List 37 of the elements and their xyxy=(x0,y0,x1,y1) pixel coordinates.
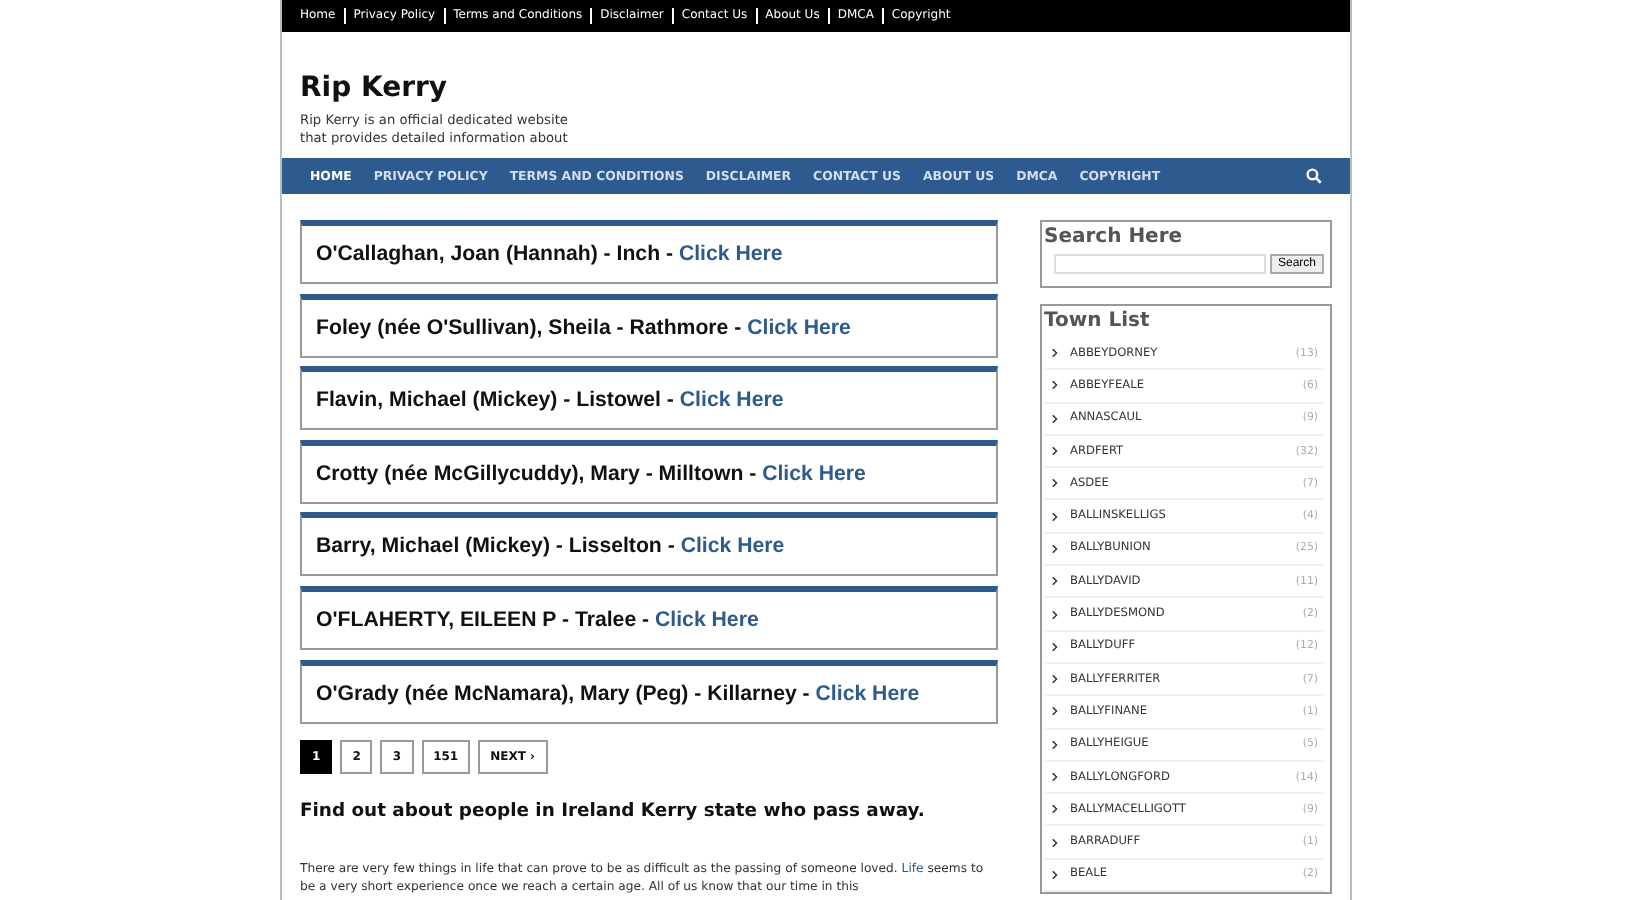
chevron-icon xyxy=(1052,739,1058,750)
chevron-icon xyxy=(1052,413,1058,424)
click-here-link[interactable]: Click Here xyxy=(747,315,851,340)
chevron-icon xyxy=(1052,576,1058,587)
chevron-icon xyxy=(1052,609,1058,620)
chevron-icon xyxy=(1052,511,1058,522)
click-here-link[interactable]: Click Here xyxy=(655,607,759,632)
chevron-icon xyxy=(1052,869,1058,880)
post-title: O'Callaghan, Joan (Hannah) - Inch - Click Here xyxy=(316,242,783,266)
chevron-icon xyxy=(1052,478,1058,489)
chevron-icon xyxy=(1052,674,1058,685)
post-title: Flavin, Michael (Mickey) - Listowel - Click Here xyxy=(316,388,784,413)
chevron-icon xyxy=(1052,804,1058,815)
click-here-link[interactable]: Click Here xyxy=(678,242,783,266)
site-title[interactable]: Rip Kerry xyxy=(300,72,1350,104)
widget-title: Search Here xyxy=(1044,226,1185,248)
chevron-icon xyxy=(1052,772,1058,782)
chevron-icon xyxy=(1052,641,1058,652)
post-title: O'FLAHERTY, EILEEN P - Tralee - Click Here xyxy=(316,607,759,632)
chevron-icon xyxy=(1052,837,1058,848)
post-title: Foley (née O'Sullivan), Sheila - Rathmore - Click Here xyxy=(316,315,851,340)
search-field[interactable] xyxy=(1054,254,1266,274)
search-icon[interactable] xyxy=(1306,168,1322,184)
click-here-link[interactable]: Click Here xyxy=(815,681,920,706)
post-title: Crotty (née McGillycuddy), Mary - Milltown - Click Here xyxy=(316,461,866,486)
click-here-link[interactable]: Click Here xyxy=(680,534,785,559)
click-here-link[interactable]: Click Here xyxy=(679,388,784,413)
intro-heading: Find out about people in Ireland Kerry state who pass away. xyxy=(300,799,927,822)
chevron-icon xyxy=(1052,380,1058,391)
chevron-icon xyxy=(1052,706,1058,717)
widget-title: Town List xyxy=(1044,310,1152,332)
post-title: O'Grady (née McNamara), Mary (Peg) - Killarney - Click Here xyxy=(316,681,920,706)
click-here-link[interactable]: Click Here xyxy=(762,461,866,486)
post-title: Barry, Michael (Mickey) - Lisselton - Click Here xyxy=(316,534,785,559)
chevron-icon xyxy=(1052,446,1058,457)
chevron-icon xyxy=(1052,348,1058,359)
chevron-icon xyxy=(1052,543,1058,554)
